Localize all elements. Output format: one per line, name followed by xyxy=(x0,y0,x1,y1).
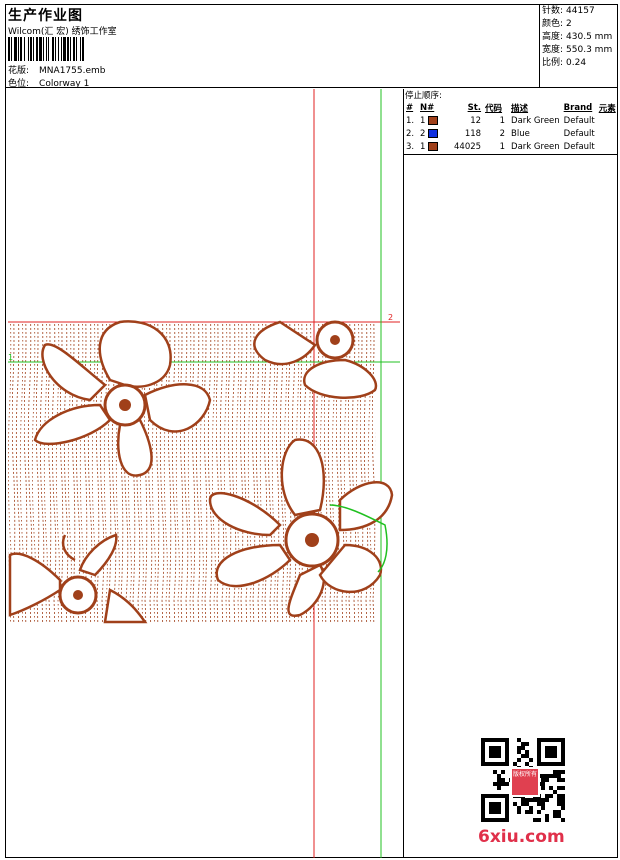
seal-stamp: 版权所有 xyxy=(510,767,540,797)
watermark-brand: 6xiu.com xyxy=(478,827,565,847)
marker-1: 1 xyxy=(8,353,13,362)
marker-2: 2 xyxy=(388,313,393,322)
embroidery-canvas: 2 1 xyxy=(8,89,400,858)
